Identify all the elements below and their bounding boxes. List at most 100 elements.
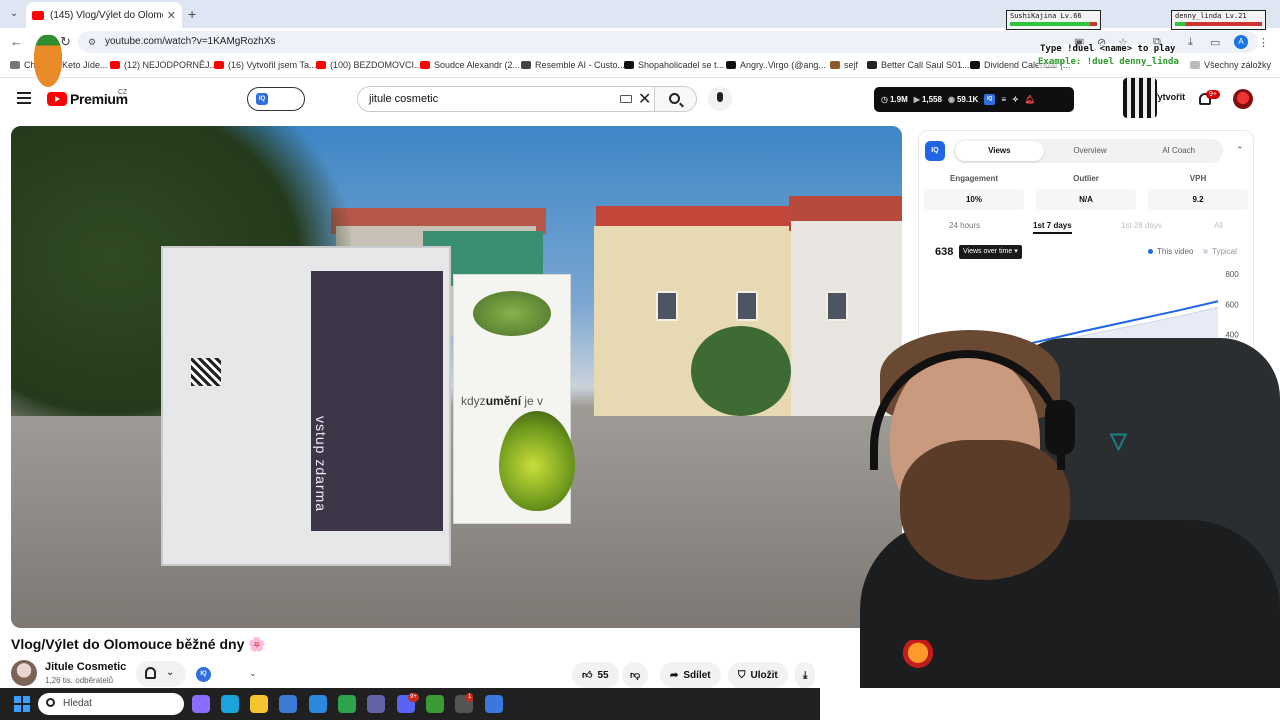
video-egg-art xyxy=(499,411,575,511)
download-button[interactable]: ⤓ xyxy=(795,662,816,688)
legend-this-video[interactable]: This video xyxy=(1148,247,1193,256)
stat-videos: ▶ 1,558 xyxy=(914,95,942,104)
bookmark-item[interactable]: (12) NEJODPORNĚJ... xyxy=(110,60,217,70)
hp-bar xyxy=(1010,22,1097,26)
dislike-button[interactable]: 👎︎ xyxy=(622,662,649,688)
metric-label: VPH xyxy=(1189,174,1207,183)
range-tab[interactable]: 24 hours xyxy=(949,221,980,230)
bookmark-item[interactable]: Soudce Alexandr (2... xyxy=(420,60,520,70)
back-arrow-icon[interactable]: ← xyxy=(10,34,23,49)
video-curtain-text: vstup zdarma xyxy=(313,416,329,513)
bookmark-label: Všechny záložky xyxy=(1204,60,1272,70)
download-arrow-icon: ⤓ xyxy=(803,669,808,681)
mail-icon[interactable] xyxy=(309,695,327,713)
subscription-bell-button[interactable]: ⌄ xyxy=(136,661,186,687)
site-info-icon[interactable]: ⚙ xyxy=(88,31,96,53)
bookmark-item[interactable]: Angry..Virgo (@ang... xyxy=(726,60,826,70)
video-player[interactable]: vstup zdarma kdyzumění je v xyxy=(11,126,902,628)
taskbar-badge: 9+ xyxy=(408,693,419,702)
taskbar-badge: 1 xyxy=(466,693,474,702)
edge-icon[interactable] xyxy=(221,695,239,713)
views-over-time-dropdown[interactable]: Views over time ▾ xyxy=(959,245,1022,259)
video-tree xyxy=(691,326,791,416)
vidiq-tabs: Views Overview AI Coach xyxy=(953,139,1223,163)
duel-player-1: SushiKajina Lv.66 xyxy=(1010,12,1082,20)
video-window xyxy=(736,291,758,321)
stat-views-value: 59.1K xyxy=(956,95,979,104)
bookmark-item[interactable]: Resemble AI - Custo... xyxy=(521,60,625,70)
legend-typical[interactable]: Typical xyxy=(1203,247,1237,256)
video-panel-text: kdyzumění je v xyxy=(461,394,543,408)
minecraft-icon[interactable] xyxy=(426,695,444,713)
sparkle-icon[interactable]: ✧ xyxy=(1012,95,1019,104)
account-avatar[interactable] xyxy=(1233,89,1253,109)
vidiq-small-icon[interactable]: IQ xyxy=(984,94,996,105)
store-icon[interactable] xyxy=(279,695,297,713)
video-panel-text-light: kdyz xyxy=(461,394,486,408)
sidebar-icon[interactable]: ▭ xyxy=(1210,36,1220,49)
chrome-icon[interactable] xyxy=(338,695,356,713)
bookmark-icon: ⛉ xyxy=(738,669,746,681)
new-tab-button[interactable]: + xyxy=(188,6,196,22)
like-button[interactable]: 👍︎ 55 xyxy=(572,662,619,688)
share-label: Sdílet xyxy=(683,669,711,681)
tab-list-chevron-icon[interactable]: ⌄ xyxy=(6,6,22,22)
collapse-chevron-icon[interactable]: ⌃ xyxy=(1236,145,1244,156)
youtube-logo-icon[interactable] xyxy=(47,92,67,106)
vidiq-tab-ai-coach[interactable]: AI Coach xyxy=(1134,139,1223,163)
vidiq-channel-icon[interactable]: IQ xyxy=(196,667,211,682)
bird-mascot-icon xyxy=(902,640,934,672)
bookmark-favicon-icon xyxy=(214,61,224,69)
share-arrow-icon: ➦ xyxy=(670,669,679,681)
bookmark-item[interactable]: Shopaholicadel se t... xyxy=(624,60,724,70)
bookmark-item[interactable]: (16) Vytvořil jsem Ta... xyxy=(214,60,317,70)
metric-value: 9.2 xyxy=(1148,189,1248,210)
taskbar-search-input[interactable]: Hledat xyxy=(38,693,184,715)
save-button[interactable]: ⛉ Uložit xyxy=(728,662,788,688)
clear-search-icon[interactable]: ✕ xyxy=(638,89,651,109)
copilot-icon[interactable] xyxy=(192,695,210,713)
bookmark-item[interactable]: Všechny záložky xyxy=(1190,60,1271,70)
vidiq-stats-bar: ◷ 1.9M ▶ 1,558 ◉ 59.1K IQ ≡ ✧ 🔔︎ xyxy=(874,87,1074,112)
country-code: CZ xyxy=(118,89,128,96)
browser-tab-active[interactable]: (145) Vlog/Výlet do Olomouce běžné dny ✕ xyxy=(26,2,182,28)
sort-icon[interactable]: ≡ xyxy=(1001,95,1006,104)
search-button[interactable] xyxy=(655,86,697,112)
vidiq-logo-icon: IQ xyxy=(925,141,945,161)
alert-bell-icon[interactable]: 🔔︎ xyxy=(1025,95,1035,104)
voice-search-mic-icon[interactable] xyxy=(708,87,732,111)
bookmark-label: Angry..Virgo (@ang... xyxy=(740,60,826,70)
windows-start-icon[interactable] xyxy=(14,696,30,712)
vidiq-toggle-button[interactable]: IQ xyxy=(247,87,305,111)
video-curtain xyxy=(311,271,443,531)
share-button[interactable]: ➦ Sdílet xyxy=(660,662,721,688)
bookmark-favicon-icon xyxy=(867,61,877,69)
channel-name[interactable]: Jitule Cosmetic xyxy=(45,661,126,673)
browser-menu-icon[interactable]: ⋮ xyxy=(1258,36,1269,49)
menu-hamburger-icon[interactable] xyxy=(17,92,31,104)
vidiq-tab-overview[interactable]: Overview xyxy=(1046,139,1135,163)
reload-icon[interactable]: ↻ xyxy=(60,34,71,50)
metric-value: 10% xyxy=(924,189,1024,210)
bookmark-item[interactable]: Better Call Saul S01... xyxy=(867,60,970,70)
range-tab[interactable]: All xyxy=(1214,221,1223,230)
search-input[interactable]: jitule cosmetic xyxy=(357,86,655,112)
channel-avatar[interactable] xyxy=(11,660,37,686)
teams-icon[interactable] xyxy=(367,695,385,713)
keyboard-icon[interactable] xyxy=(620,95,632,103)
bookmark-label: Soudce Alexandr (2... xyxy=(434,60,521,70)
range-tab[interactable]: 1st 28 days xyxy=(1121,221,1162,230)
headset-cup xyxy=(1045,400,1075,455)
vidiq-tab-views[interactable]: Views xyxy=(955,141,1044,161)
explorer-icon[interactable] xyxy=(250,695,268,713)
bookmark-item[interactable]: sejf xyxy=(830,60,858,70)
range-tab[interactable]: 1st 7 days xyxy=(1033,221,1072,234)
search-icon xyxy=(669,93,680,104)
bookmark-favicon-icon xyxy=(10,61,20,69)
browser-profile-avatar[interactable]: A xyxy=(1234,35,1248,49)
chevron-down-icon[interactable]: ⌄ xyxy=(249,668,257,679)
tab-close-icon[interactable]: ✕ xyxy=(167,9,176,22)
bookmark-item[interactable]: (100) BEZDOMOVCI... xyxy=(316,60,422,70)
download-icon[interactable]: ⤓ xyxy=(1188,36,1193,49)
app-icon[interactable] xyxy=(485,695,503,713)
